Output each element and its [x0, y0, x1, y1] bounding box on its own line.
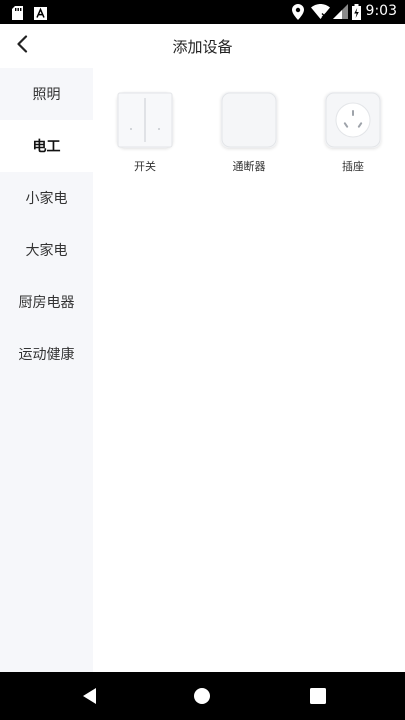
device-label: 通断器	[232, 160, 266, 173]
status-bar: 9:03	[0, 0, 405, 24]
sidebar-item-label: 厨房电器	[18, 295, 75, 311]
device-tile	[117, 92, 173, 148]
device-item-outlet[interactable]: 插座	[317, 92, 389, 174]
sd-card-icon	[12, 5, 23, 24]
device-item-switch[interactable]: 开关	[109, 92, 181, 174]
status-time: 9:03	[365, 3, 397, 19]
recents-square-icon[interactable]	[308, 686, 328, 706]
sidebar-item-label: 小家电	[25, 191, 68, 207]
signal-icon	[333, 4, 348, 23]
sidebar-item-lighting[interactable]: 照明	[0, 68, 93, 120]
breaker-icon	[221, 92, 277, 152]
sidebar-item-sports-health[interactable]: 运动健康	[0, 328, 93, 380]
page-title: 添加设备	[172, 38, 233, 56]
sidebar-item-label: 大家电	[25, 243, 68, 259]
back-triangle-icon[interactable]	[80, 686, 100, 706]
title-bar: 添加设备	[0, 24, 405, 69]
location-icon	[292, 4, 304, 24]
navigation-bar	[0, 672, 405, 720]
screen: 9:03 添加设备 照明 电工 小家电 大家电 厨房电器 运动健康 开关 通断器…	[0, 0, 405, 720]
sidebar-item-kitchen-appliances[interactable]: 厨房电器	[0, 276, 93, 328]
battery-charging-icon	[352, 4, 361, 24]
sidebar-item-small-appliances[interactable]: 小家电	[0, 172, 93, 224]
device-tile	[221, 92, 277, 148]
sidebar-item-label: 电工	[32, 139, 61, 155]
device-item-breaker[interactable]: 通断器	[213, 92, 285, 174]
sidebar-item-large-appliances[interactable]: 大家电	[0, 224, 93, 276]
sidebar-item-electrical[interactable]: 电工	[0, 120, 93, 172]
device-label: 开关	[134, 160, 156, 173]
home-circle-icon[interactable]	[192, 686, 212, 706]
sidebar-item-label: 运动健康	[18, 347, 75, 363]
device-label: 插座	[342, 160, 364, 173]
wall-switch-icon	[117, 92, 173, 152]
device-tile	[325, 92, 381, 148]
a-notification-icon	[34, 5, 47, 24]
sidebar-item-label: 照明	[32, 87, 61, 103]
wifi-icon	[311, 3, 330, 23]
device-grid: 开关 通断器 插座	[93, 68, 405, 672]
category-sidebar: 照明 电工 小家电 大家电 厨房电器 运动健康	[0, 68, 93, 672]
outlet-icon	[325, 92, 381, 152]
